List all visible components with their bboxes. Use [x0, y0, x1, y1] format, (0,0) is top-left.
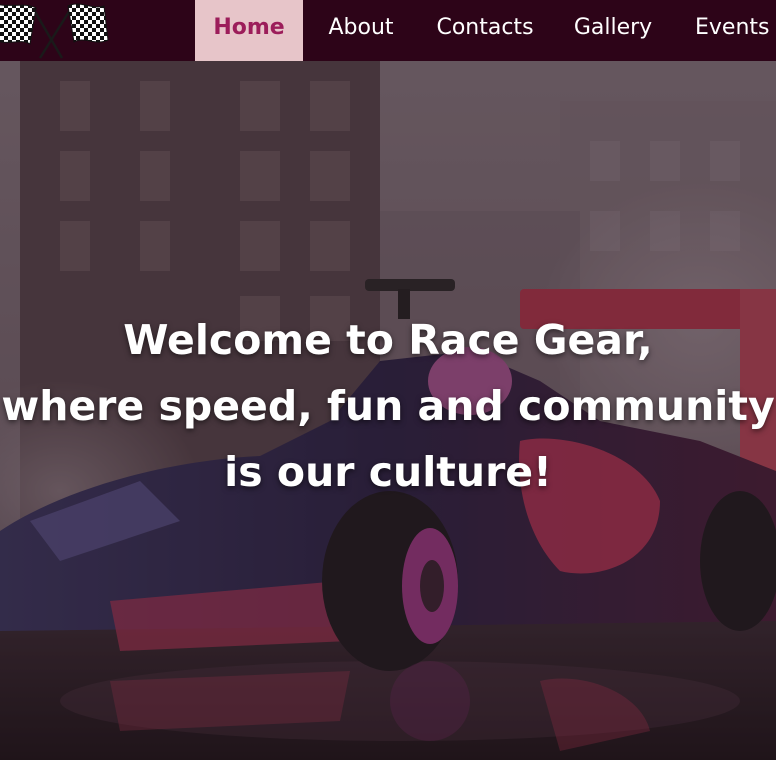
nav-item-contacts[interactable]: Contacts — [425, 0, 545, 61]
hero-section: Welcome to Race Gear, where speed, fun a… — [0, 61, 776, 760]
hero-headline-line: is our culture! — [224, 448, 552, 496]
nav-item-about[interactable]: About — [314, 0, 408, 61]
checkered-flags-icon[interactable] — [0, 0, 110, 61]
hero-headline-line: where speed, fun and community — [1, 382, 775, 430]
nav-item-events[interactable]: Events — [680, 0, 776, 61]
hero-headline-line: Welcome to Race Gear, — [123, 316, 653, 364]
top-navbar: Home About Contacts Gallery Events — [0, 0, 776, 61]
nav-item-gallery[interactable]: Gallery — [564, 0, 662, 61]
hero-headline: Welcome to Race Gear, where speed, fun a… — [0, 307, 776, 505]
nav-item-home[interactable]: Home — [195, 0, 303, 61]
